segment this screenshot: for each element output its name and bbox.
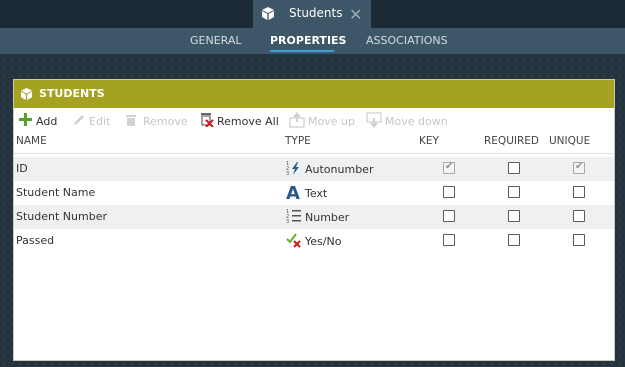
- table-row[interactable]: Student Number 1 2 3 Number: [14, 205, 614, 229]
- check-icon: ✔: [575, 161, 584, 172]
- svg-text:A: A: [286, 183, 300, 201]
- remove-all-label: Remove All: [217, 114, 279, 128]
- unique-checkbox[interactable]: ✔: [573, 161, 585, 174]
- type-label: Autonumber: [305, 162, 374, 176]
- move-up-button[interactable]: Move up: [289, 111, 355, 131]
- required-checkbox[interactable]: [508, 210, 520, 222]
- tab-properties[interactable]: PROPERTIES: [270, 34, 346, 47]
- check-icon: ✔: [445, 161, 454, 172]
- table-row[interactable]: Passed Yes/No: [14, 229, 614, 253]
- entity-cube-icon: [261, 6, 275, 24]
- close-tab-icon[interactable]: ✕: [349, 5, 362, 24]
- key-checkbox[interactable]: [443, 186, 455, 198]
- section-tabs: GENERAL PROPERTIES ASSOCIATIONS: [0, 28, 625, 54]
- key-checkbox[interactable]: [443, 234, 455, 246]
- remove-all-button[interactable]: Remove All: [200, 112, 279, 130]
- trash-icon: [125, 113, 137, 130]
- edit-label: Edit: [89, 114, 111, 128]
- type-label: Yes/No: [305, 234, 342, 248]
- svg-text:3: 3: [286, 171, 289, 176]
- column-header-name[interactable]: NAME: [16, 135, 47, 147]
- table-row[interactable]: ID 1 2 3 Autonumber ✔ ✔: [14, 157, 614, 181]
- tab-associations[interactable]: ASSOCIATIONS: [366, 34, 448, 47]
- properties-toolbar: Add Edit Remove Remove All Move up Move …: [14, 110, 614, 132]
- active-tab-indicator: [270, 50, 334, 52]
- remove-label: Remove: [143, 114, 188, 128]
- unique-checkbox[interactable]: [573, 210, 585, 222]
- property-name: Student Number: [16, 210, 107, 223]
- column-header-unique[interactable]: UNIQUE: [549, 135, 590, 147]
- table-row[interactable]: Student Name A Text: [14, 181, 614, 205]
- text-icon: A: [286, 183, 302, 204]
- properties-panel: STUDENTS Add Edit Remove Remove All Move…: [13, 79, 615, 361]
- plus-icon: [18, 112, 33, 130]
- number-icon: 1 2 3: [286, 208, 302, 227]
- type-label: Text: [305, 186, 328, 200]
- column-header-type[interactable]: TYPE: [285, 135, 311, 147]
- required-checkbox[interactable]: [508, 162, 520, 174]
- svg-text:3: 3: [286, 219, 289, 224]
- document-tab-title: Students: [289, 6, 343, 20]
- add-button[interactable]: Add: [18, 112, 57, 130]
- property-type: 1 2 3 Autonumber: [286, 160, 373, 178]
- property-name: Student Name: [16, 186, 96, 199]
- required-checkbox[interactable]: [508, 186, 520, 198]
- yes-no-icon: [286, 232, 302, 251]
- panel-title: STUDENTS: [39, 87, 105, 100]
- panel-header: STUDENTS: [14, 80, 614, 108]
- tab-general[interactable]: GENERAL: [190, 34, 242, 47]
- property-name: ID: [16, 162, 28, 175]
- move-down-button[interactable]: Move down: [366, 111, 448, 131]
- document-tab[interactable]: Students ✕: [253, 0, 371, 28]
- property-name: Passed: [16, 234, 55, 247]
- required-checkbox[interactable]: [508, 234, 520, 246]
- property-type: 1 2 3 Number: [286, 208, 349, 226]
- entity-cube-icon: [20, 87, 33, 104]
- autonumber-icon: 1 2 3: [286, 160, 302, 179]
- key-checkbox[interactable]: [443, 210, 455, 222]
- type-label: Number: [305, 210, 350, 224]
- key-checkbox[interactable]: ✔: [443, 161, 455, 174]
- edit-button[interactable]: Edit: [72, 112, 110, 130]
- unique-checkbox[interactable]: [573, 186, 585, 198]
- remove-button[interactable]: Remove: [125, 112, 188, 130]
- document-tab-bar: Students ✕: [0, 0, 625, 28]
- unique-checkbox[interactable]: [573, 234, 585, 246]
- pencil-icon: [72, 113, 86, 130]
- move-down-label: Move down: [385, 114, 448, 128]
- move-down-icon: [366, 111, 382, 131]
- property-type: A Text: [286, 183, 328, 204]
- trash-delete-icon: [200, 112, 214, 130]
- move-up-label: Move up: [308, 114, 355, 128]
- column-header-required[interactable]: REQUIRED: [484, 135, 539, 147]
- move-up-icon: [289, 111, 305, 131]
- header-divider: [14, 153, 614, 154]
- property-type: Yes/No: [286, 232, 341, 250]
- add-label: Add: [36, 114, 58, 128]
- column-header-key[interactable]: KEY: [419, 135, 439, 147]
